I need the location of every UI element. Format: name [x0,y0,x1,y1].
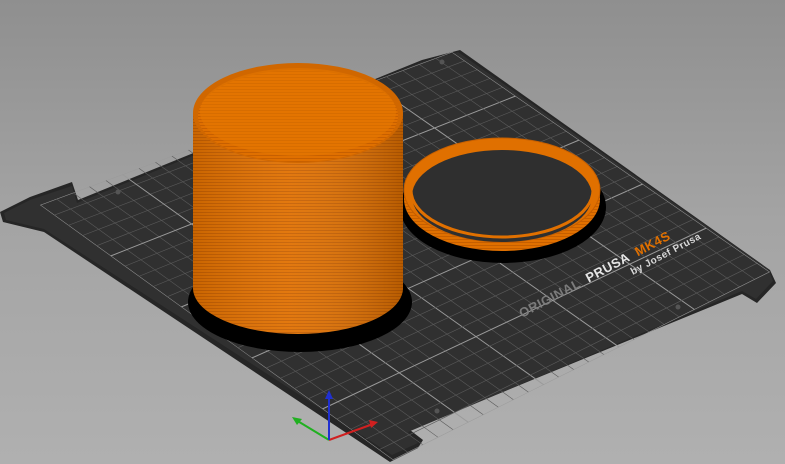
bed-screw [675,304,681,310]
cylinder-object[interactable] [193,63,403,334]
3d-viewport[interactable]: ORIGINAL PRUSA MK4S by Josef Prusa [0,0,785,464]
ring-object[interactable] [403,137,601,251]
y-axis [295,419,330,441]
bed-screw [439,59,445,65]
ring-hole [412,150,592,242]
bed-screw [115,189,121,195]
bed-screw [434,408,440,414]
scene-canvas[interactable]: ORIGINAL PRUSA MK4S by Josef Prusa [0,0,785,464]
cylinder-inner-back [200,68,396,156]
